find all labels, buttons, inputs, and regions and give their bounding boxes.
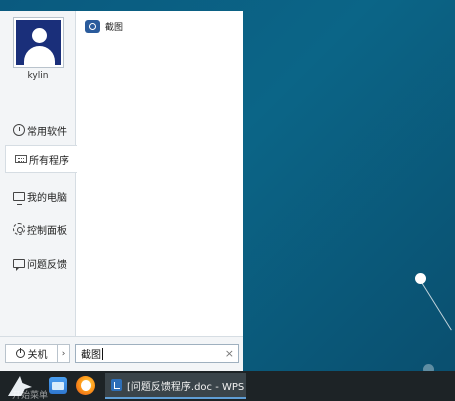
nav-item-label: 常用软件 [27, 126, 67, 138]
computer-icon [13, 191, 25, 205]
grid-icon [15, 155, 27, 163]
camera-icon [85, 19, 100, 33]
nav-item-all-programs[interactable]: 所有程序 [5, 145, 77, 173]
nav-item-label: 所有程序 [29, 155, 69, 167]
avatar-head [32, 28, 47, 43]
desktop-wallpaper-dot [415, 273, 426, 284]
nav-item-label: 问题反馈 [27, 259, 67, 271]
start-menu-sidebar: kylin 常用软件 所有程序 我的电脑 控制面板 问题反馈 [0, 11, 77, 336]
feedback-icon [13, 258, 25, 271]
taskbar: 开始菜单 [问题反馈程序.doc - WPS ... [0, 371, 455, 401]
file-manager-icon [49, 377, 67, 394]
gear-icon [13, 223, 25, 235]
app-item-label: 截图 [105, 22, 124, 33]
start-menu-bottom-bar: 关机 › 截图 × [0, 336, 243, 371]
username-label: kylin [27, 71, 49, 81]
start-button[interactable]: 开始菜单 [4, 374, 48, 401]
search-input-value: 截图 [81, 350, 101, 361]
app-list: 截图 [77, 11, 243, 336]
desktop-wallpaper-line [419, 279, 452, 331]
taskbar-window-title: [问题反馈程序.doc - WPS ... [127, 381, 246, 393]
file-manager-launcher[interactable] [47, 375, 68, 396]
app-item-screenshot[interactable]: 截图 [85, 17, 123, 35]
power-icon [15, 348, 25, 358]
nav-item-recent-apps[interactable]: 常用软件 [4, 116, 76, 144]
firefox-launcher[interactable] [75, 375, 96, 396]
power-options-button[interactable]: › [57, 344, 70, 363]
avatar-body [24, 46, 55, 65]
clear-search-icon[interactable]: × [225, 347, 234, 360]
text-caret [102, 347, 103, 360]
shutdown-button[interactable]: 关机 [5, 344, 58, 363]
nav-item-control-panel[interactable]: 控制面板 [4, 215, 76, 243]
user-avatar[interactable] [14, 18, 63, 67]
search-input[interactable]: 截图 × [75, 344, 239, 363]
start-button-label: 开始菜单 [12, 391, 49, 401]
clock-icon [13, 124, 25, 136]
nav-item-feedback[interactable]: 问题反馈 [4, 249, 76, 277]
taskbar-window-wps[interactable]: [问题反馈程序.doc - WPS ... [105, 373, 246, 399]
start-menu: kylin 常用软件 所有程序 我的电脑 控制面板 问题反馈 截图 关机 › 截… [0, 11, 243, 371]
wps-writer-icon [111, 379, 122, 391]
nav-item-label: 控制面板 [27, 225, 67, 237]
nav-item-my-computer[interactable]: 我的电脑 [4, 182, 76, 210]
nav-item-label: 我的电脑 [27, 192, 67, 204]
shutdown-label: 关机 [27, 350, 48, 361]
firefox-icon [76, 376, 95, 395]
